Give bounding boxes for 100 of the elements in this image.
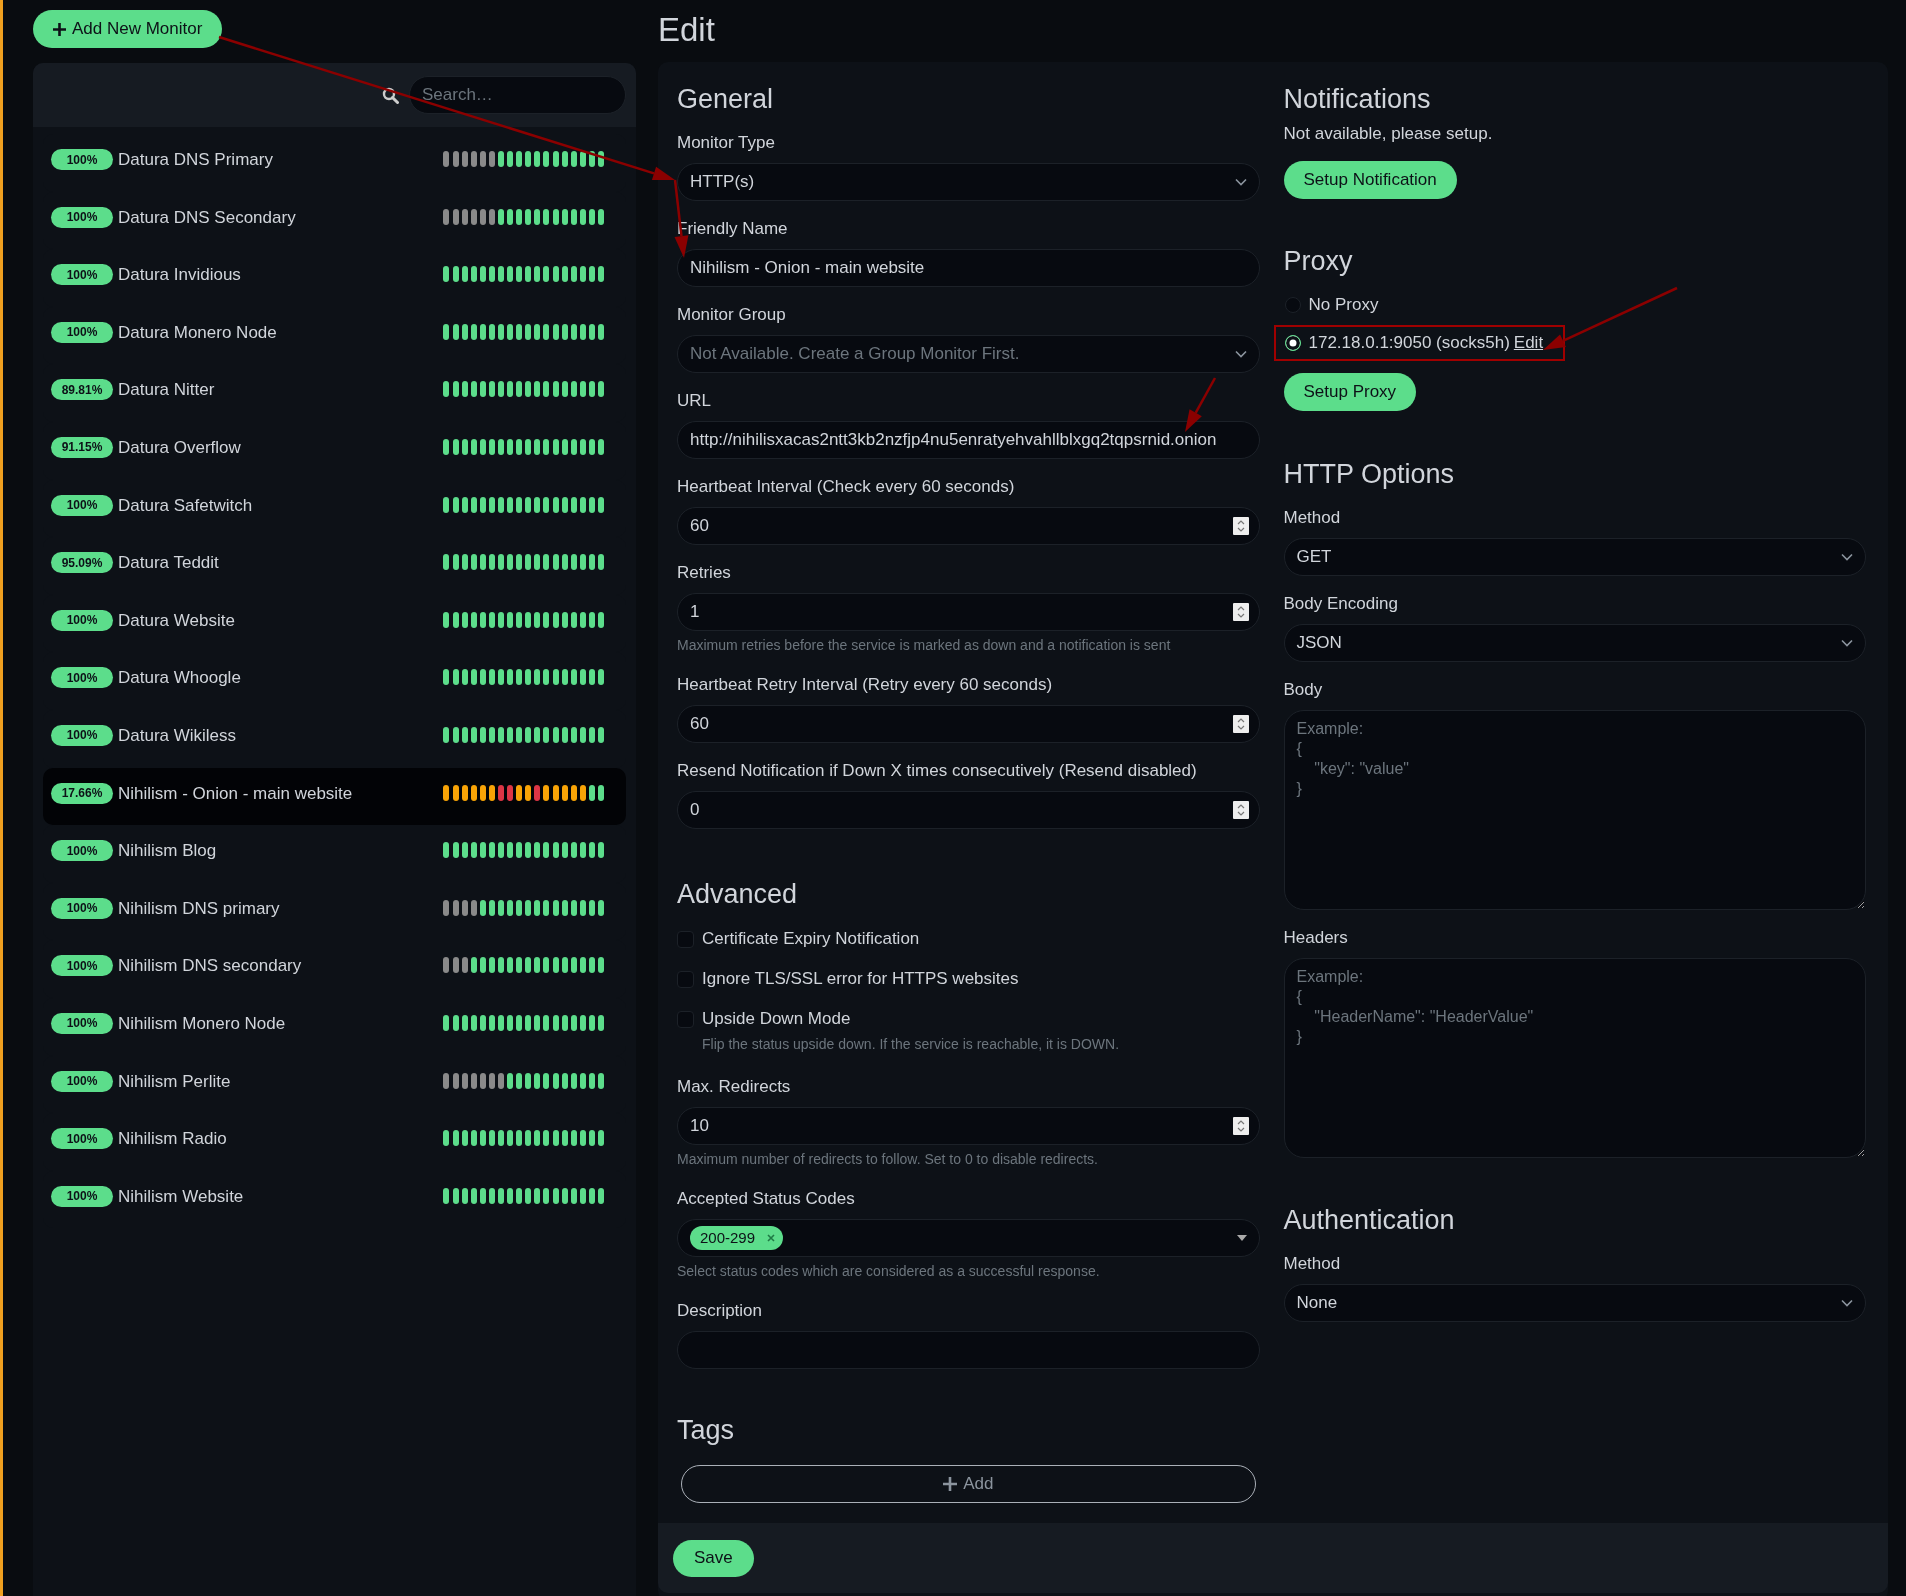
select-field[interactable]: GET	[1283, 538, 1866, 576]
select-field[interactable]: HTTP(s)	[677, 163, 1260, 201]
radio-label: No Proxy	[1308, 294, 1379, 317]
uptime-badge: 100%	[51, 494, 113, 516]
hint-text: Maximum number of redirects to follow. Set to 0 to disable redirects.	[677, 1150, 1099, 1168]
number-field[interactable]: 10	[677, 1107, 1260, 1145]
spinner-icon[interactable]	[1232, 517, 1249, 535]
plus-icon	[943, 1477, 958, 1491]
hint-text: Maximum retries before the service is marked as down and a notification is sent	[677, 636, 1172, 654]
spinner-icon[interactable]	[1232, 801, 1249, 819]
uptime-badge: 100%	[51, 1185, 113, 1207]
monitor-name: Nihilism Blog	[118, 840, 217, 863]
monitor-name: Nihilism DNS primary	[118, 897, 280, 920]
field-label: Monitor Type	[677, 133, 776, 153]
monitor-name: Datura Wikiless	[118, 724, 237, 747]
chevron-down-icon	[1234, 350, 1247, 358]
monitor-name: Datura Monero Node	[118, 321, 277, 344]
text-field[interactable]	[677, 1331, 1260, 1369]
field-label: Monitor Group	[677, 305, 787, 325]
field-label: Retries	[677, 563, 732, 583]
remove-icon[interactable]	[767, 1234, 776, 1242]
textarea-field[interactable]: Example: { "HeaderName": "HeaderValue" }	[1283, 958, 1866, 1158]
monitor-name: Nihilism Monero Node	[118, 1012, 286, 1035]
text-field[interactable]: Nihilism - Onion - main website	[677, 249, 1260, 287]
save-button[interactable]: Save	[673, 1539, 754, 1577]
edit-link[interactable]: Edit	[1513, 330, 1544, 356]
chevron-down-icon	[1841, 1299, 1853, 1307]
monitor-name: Datura DNS Primary	[118, 149, 273, 171]
multiselect-field[interactable]: 200-299	[677, 1219, 1260, 1257]
section-heading: Tags	[677, 1414, 735, 1446]
number-field[interactable]: 60	[677, 507, 1260, 545]
setup-notification-button[interactable]: Setup Notification	[1283, 161, 1457, 199]
field-label: Accepted Status Codes	[677, 1189, 856, 1209]
spinner-icon[interactable]	[1232, 1117, 1249, 1135]
uptime-badge: 100%	[51, 840, 113, 862]
search-field[interactable]: Search…	[409, 76, 626, 114]
monitor-name: Datura DNS Secondary	[118, 206, 296, 229]
uptime-badge: 100%	[51, 1070, 113, 1092]
select-field: Not Available. Create a Group Monitor First.	[677, 335, 1260, 373]
uptime-badge: 100%	[51, 149, 113, 170]
field-label: Heartbeat Interval (Check every 60 seconds)	[677, 477, 1016, 497]
section-heading: Advanced	[677, 878, 798, 910]
status-code-tag: 200-299	[690, 1226, 784, 1250]
section-heading: Notifications	[1283, 83, 1431, 115]
field-label: Method	[1283, 508, 1342, 528]
setup-proxy-button[interactable]: Setup Proxy	[1283, 373, 1417, 411]
hint-text: Select status codes which are considered as a successful response.	[677, 1262, 1101, 1280]
monitor-name: Nihilism Radio	[118, 1128, 227, 1151]
add-monitor-button[interactable]: Add New Monitor	[33, 10, 223, 48]
checkbox-label: Upside Down Mode	[702, 1009, 851, 1029]
monitor-name: Datura Safetwitch	[118, 494, 253, 517]
uptime-badge: 91.15%	[51, 436, 113, 458]
checkbox[interactable]	[677, 930, 694, 948]
field-label: Body Encoding	[1283, 594, 1399, 614]
chevron-down-icon	[1234, 178, 1247, 186]
hint-text: Flip the status upside down. If the service is reachable, it is DOWN.	[702, 1035, 1121, 1053]
number-field[interactable]: 1	[677, 593, 1260, 631]
monitor-list-item[interactable]: 17.66% Nihilism - Onion - main website	[43, 767, 626, 826]
monitor-name: Datura Overflow	[118, 436, 241, 459]
field-label: Body	[1283, 680, 1324, 700]
select-field[interactable]: None	[1283, 1284, 1866, 1322]
field-label: Description	[677, 1301, 764, 1321]
monitor-name: Nihilism Website	[118, 1185, 244, 1208]
uptime-badge: 95.09%	[51, 552, 113, 574]
uptime-badge: 100%	[51, 955, 113, 977]
number-field[interactable]: 0	[677, 791, 1260, 829]
monitor-name: Datura Nitter	[118, 379, 215, 402]
uptime-badge: 100%	[51, 1012, 113, 1034]
annotation-arrow	[1185, 377, 1217, 432]
uptime-badge: 100%	[51, 667, 113, 689]
chevron-down-icon	[1841, 639, 1853, 647]
radio-label: 172.18.0.1:9050 (socks5h)	[1308, 332, 1510, 355]
checkbox[interactable]	[677, 1010, 694, 1028]
monitor-name: Datura Whoogle	[118, 667, 241, 690]
spinner-icon[interactable]	[1232, 715, 1249, 733]
caret-icon	[1236, 1235, 1247, 1241]
uptime-badge: 100%	[51, 321, 113, 343]
textarea-field[interactable]: Example: { "key": "value" }	[1283, 710, 1866, 910]
field-label: Resend Notification if Down X times consecutively (Resend disabled)	[677, 761, 1198, 781]
field-label: Method	[1283, 1254, 1342, 1274]
number-field[interactable]: 60	[677, 705, 1260, 743]
monitor-name: Nihilism Perlite	[118, 1070, 231, 1093]
checkbox-label: Certificate Expiry Notification	[702, 929, 920, 949]
uptime-badge: 17.66%	[51, 782, 113, 804]
text-field[interactable]: http://nihilisxacas2ntt3kb2nzfjp4nu5enratyehvahllblxgq2tqpsrnid.onion	[677, 421, 1260, 459]
uptime-badge: 100%	[51, 206, 113, 228]
uptime-badge: 100%	[51, 609, 113, 631]
monitor-name: Nihilism DNS secondary	[118, 955, 302, 978]
plus-icon	[53, 22, 66, 36]
monitor-name: Nihilism - Onion - main website	[118, 782, 353, 805]
select-field[interactable]: JSON	[1283, 624, 1866, 662]
field-label: Heartbeat Retry Interval (Retry every 60 seconds)	[677, 675, 1054, 695]
page-title: Edit	[658, 10, 716, 50]
monitor-name: Datura Invidious	[118, 264, 241, 287]
uptime-badge: 100%	[51, 1128, 113, 1150]
checkbox[interactable]	[677, 970, 694, 988]
uptime-badge: 100%	[51, 897, 113, 919]
monitor-name: Datura Teddit	[118, 552, 219, 575]
spinner-icon[interactable]	[1232, 603, 1249, 621]
checkbox-label: Ignore TLS/SSL error for HTTPS websites	[702, 969, 1019, 989]
